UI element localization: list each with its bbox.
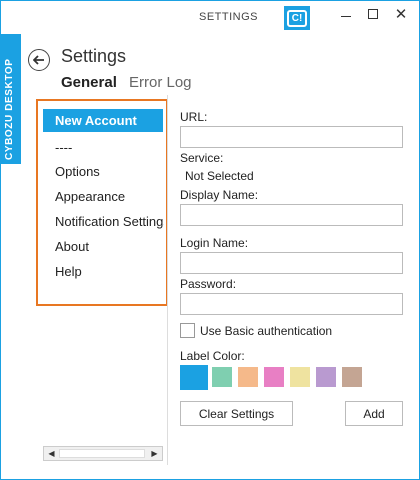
login-name-input[interactable] bbox=[180, 252, 403, 274]
url-label: URL: bbox=[180, 110, 208, 124]
pane-divider bbox=[167, 95, 168, 465]
login-name-label: Login Name: bbox=[180, 236, 249, 250]
service-label: Service: bbox=[180, 151, 224, 165]
close-button[interactable]: ✕ bbox=[386, 3, 416, 25]
menu-item-help[interactable]: Help bbox=[55, 264, 82, 279]
basic-auth-checkbox[interactable] bbox=[180, 323, 195, 338]
menu-item-appearance[interactable]: Appearance bbox=[55, 189, 125, 204]
display-name-label: Display Name: bbox=[180, 188, 259, 202]
maximize-button[interactable] bbox=[358, 3, 388, 25]
menu-item-notification-settings[interactable]: Notification Settings bbox=[55, 214, 164, 229]
add-button[interactable]: Add bbox=[345, 401, 403, 426]
menu-item-separator: ---- bbox=[55, 140, 73, 155]
settings-menu: New Account ---- Options Appearance Noti… bbox=[0, 0, 164, 480]
color-swatch[interactable] bbox=[264, 367, 284, 387]
color-swatch[interactable] bbox=[212, 367, 232, 387]
color-swatch[interactable] bbox=[316, 367, 336, 387]
minimize-button[interactable] bbox=[331, 3, 361, 25]
close-icon: ✕ bbox=[394, 6, 408, 23]
cybozu-logo-icon: C! bbox=[284, 6, 310, 30]
minimize-icon bbox=[341, 15, 351, 17]
maximize-icon bbox=[368, 9, 378, 19]
menu-item-options[interactable]: Options bbox=[55, 164, 100, 179]
url-input[interactable] bbox=[180, 126, 403, 148]
window-title: SETTINGS bbox=[199, 11, 259, 23]
basic-auth-label[interactable]: Use Basic authentication bbox=[200, 324, 332, 338]
label-color-label: Label Color: bbox=[180, 349, 245, 363]
color-swatch[interactable] bbox=[290, 367, 310, 387]
scroll-right-icon[interactable]: ▶ bbox=[148, 448, 161, 459]
color-swatch[interactable] bbox=[180, 365, 208, 390]
clear-settings-button[interactable]: Clear Settings bbox=[180, 401, 293, 426]
color-swatch[interactable] bbox=[238, 367, 258, 387]
password-label: Password: bbox=[180, 277, 237, 291]
password-input[interactable] bbox=[180, 293, 403, 315]
menu-item-new-account[interactable]: New Account bbox=[43, 109, 163, 132]
scroll-left-icon[interactable]: ◀ bbox=[45, 448, 58, 459]
scroll-thumb[interactable] bbox=[59, 449, 145, 458]
display-name-input[interactable] bbox=[180, 204, 403, 226]
menu-horizontal-scrollbar[interactable]: ◀ ▶ bbox=[43, 446, 163, 461]
menu-item-about[interactable]: About bbox=[55, 239, 89, 254]
service-value: Not Selected bbox=[185, 169, 254, 183]
color-swatch[interactable] bbox=[342, 367, 362, 387]
